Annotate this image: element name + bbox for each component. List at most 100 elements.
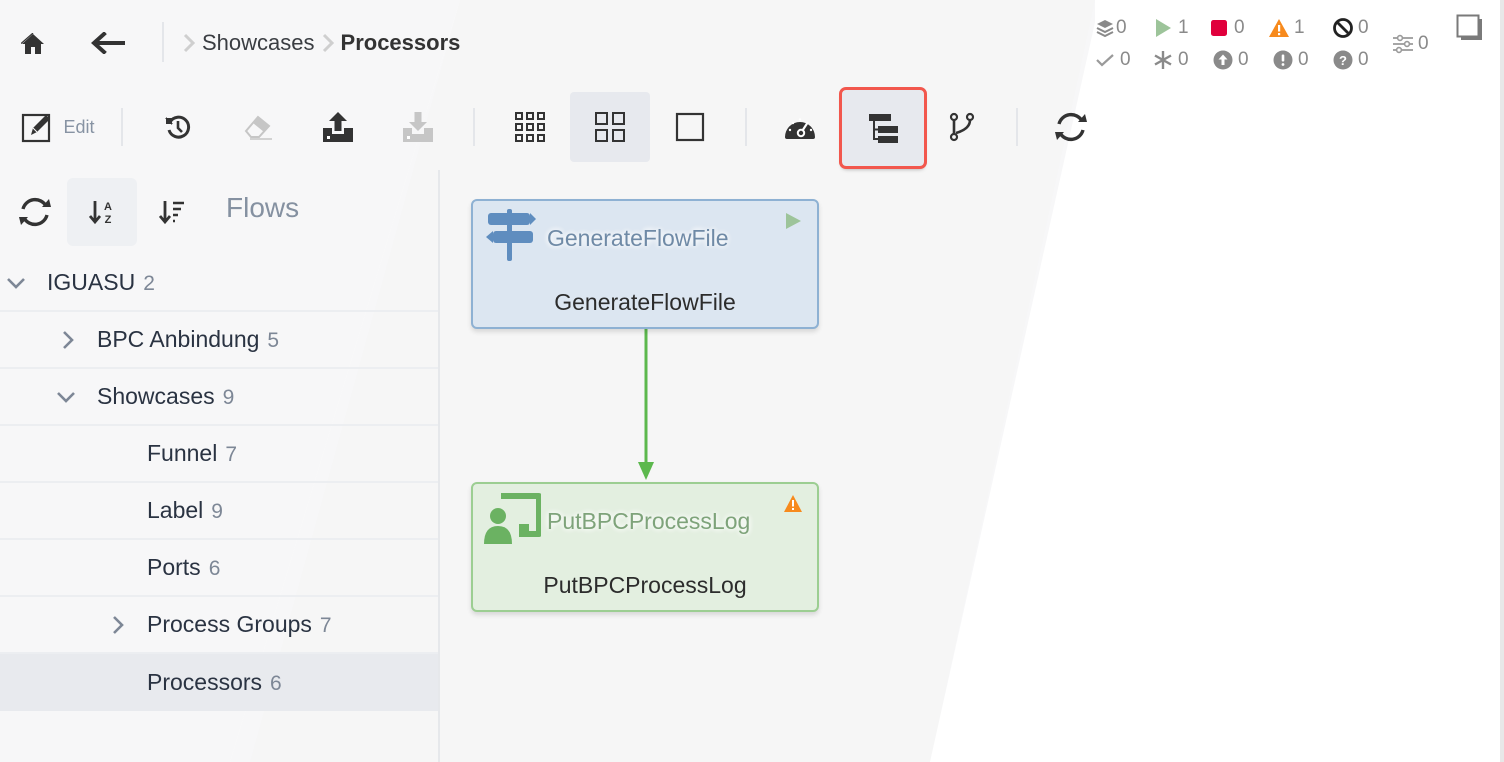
flow-tree: IGUASU 2 BPC Anbindung 5 Showcases 9 Funnel… <box>0 255 438 711</box>
tree-item-ports[interactable]: Ports 6 <box>0 540 438 597</box>
chevron-down-icon[interactable] <box>56 387 76 407</box>
home-icon <box>21 33 44 54</box>
status-up-to-date: 0 <box>1094 48 1131 72</box>
tree-item-count: 2 <box>143 272 155 295</box>
history-button[interactable] <box>148 92 208 162</box>
presenter-board-icon <box>484 493 541 544</box>
sort-alphabetical-button[interactable]: A Z <box>67 178 137 246</box>
refresh-button[interactable] <box>1040 92 1102 162</box>
tree-item-label: Funnel <box>147 440 218 466</box>
status-disabled: 0 <box>1332 16 1369 40</box>
tree-item-label: IGUASU <box>47 269 136 295</box>
sidebar-refresh-button[interactable] <box>0 178 70 246</box>
edit-pencil-icon <box>22 113 51 143</box>
svg-text:A: A <box>104 201 112 213</box>
speedometer-icon <box>785 118 815 139</box>
processor-putbpcprocesslog[interactable]: PutBPCProcessLog PutBPCProcessLog <box>471 482 819 612</box>
maximize-window-button[interactable] <box>1456 14 1484 42</box>
warning-icon <box>1268 17 1290 39</box>
grid-9-icon <box>515 112 545 142</box>
tree-item-label[interactable]: Label 9 <box>0 483 438 540</box>
grid-4-icon <box>595 112 625 142</box>
chevron-right-icon[interactable] <box>108 615 128 635</box>
running-play-icon <box>786 213 801 229</box>
sort-by-type-button[interactable] <box>137 178 207 246</box>
tree-item-count: 6 <box>270 672 282 695</box>
upload-button[interactable] <box>308 92 368 162</box>
sidebar-title: Flows <box>226 192 300 223</box>
refresh-icon <box>19 197 51 227</box>
sidebar-divider <box>438 170 440 762</box>
tree-item-funnel[interactable]: Funnel 7 <box>0 426 438 483</box>
upload-icon <box>323 112 353 142</box>
grid-small-view-button[interactable] <box>500 92 560 162</box>
sort-amount-down-icon <box>158 201 184 225</box>
processor-type: GenerateFlowFile <box>547 225 729 251</box>
version-control-button[interactable] <box>932 92 992 162</box>
branch-icon <box>949 112 975 142</box>
flow-canvas[interactable]: GenerateFlowFile GenerateFlowFile PutBPC… <box>440 170 1504 762</box>
back-button[interactable] <box>88 28 128 58</box>
status-modified-stale: 0 <box>1272 48 1309 72</box>
home-button[interactable] <box>18 30 48 58</box>
tree-item-count: 7 <box>225 443 238 466</box>
toolbar-divider <box>745 108 747 146</box>
tree-view-button[interactable] <box>839 87 927 169</box>
tree-item-label: Label <box>147 497 204 523</box>
flows-sidebar: A Z Flows IGUASU2 BPC Anbindung5 Showc <box>0 170 438 762</box>
grid-medium-view-button[interactable] <box>570 92 650 162</box>
tree-item-label: Ports <box>147 554 201 580</box>
tree-item-bpc-anbindung[interactable]: BPC Anbindung 5 <box>0 312 438 369</box>
signpost-icon <box>486 209 536 261</box>
toolbar-divider <box>1016 108 1018 146</box>
edit-button[interactable]: Edit <box>18 92 98 162</box>
download-button <box>388 92 448 162</box>
processor-type: PutBPCProcessLog <box>547 508 751 534</box>
status-sync-failure: ? 0 <box>1332 48 1369 72</box>
sort-alpha-down-icon: A Z <box>88 201 112 225</box>
toolbar-divider <box>473 108 475 146</box>
window-edge <box>1500 0 1504 762</box>
processor-name: GenerateFlowFile <box>554 289 736 315</box>
tree-item-label: Showcases <box>97 383 215 409</box>
tree-structure-icon <box>869 114 898 143</box>
svg-text:?: ? <box>1339 53 1347 68</box>
tree-item-label: Processors <box>147 669 263 695</box>
question-circle-icon: ? <box>1332 49 1354 71</box>
tree-item-label: Process Groups <box>147 611 312 637</box>
history-icon <box>165 115 191 139</box>
dashboard-button[interactable] <box>770 92 830 162</box>
connection-arrow[interactable] <box>634 328 658 482</box>
chevron-down-icon[interactable] <box>6 273 26 293</box>
sliders-icon <box>1392 33 1414 55</box>
stop-icon <box>1208 17 1230 39</box>
square-icon <box>675 112 705 142</box>
edit-label: Edit <box>63 116 95 137</box>
status-queued: 0 <box>1094 16 1127 40</box>
layers-icon <box>1094 17 1116 39</box>
breadcrumb: Showcases Processors <box>180 28 460 58</box>
tree-item-count: 6 <box>208 557 221 580</box>
tree-item-label: BPC Anbindung <box>97 326 260 352</box>
arrow-left-icon <box>91 32 125 54</box>
status-invalid: 1 <box>1268 16 1305 40</box>
asterisk-icon <box>1152 49 1174 71</box>
download-icon <box>403 112 433 142</box>
processor-name: PutBPCProcessLog <box>543 572 747 598</box>
tree-item-processors[interactable]: Processors 6 <box>0 654 438 711</box>
tree-item-showcases[interactable]: Showcases 9 <box>0 369 438 426</box>
status-stale: 0 <box>1212 48 1249 72</box>
chevron-right-icon[interactable] <box>58 330 78 350</box>
toolbar-divider <box>121 108 123 146</box>
play-icon <box>1152 17 1174 39</box>
tree-item-iguasu[interactable]: IGUASU 2 <box>0 255 438 312</box>
disabled-ban-icon <box>1332 17 1354 39</box>
single-view-button[interactable] <box>660 92 720 162</box>
breadcrumb-item-showcases[interactable]: Showcases <box>202 30 315 56</box>
warning-icon <box>784 495 802 512</box>
tree-item-process-groups[interactable]: Process Groups 7 <box>0 597 438 654</box>
refresh-icon <box>1055 112 1087 142</box>
chevron-right-icon <box>182 32 196 54</box>
exclamation-circle-icon <box>1272 49 1294 71</box>
processor-generateflowfile[interactable]: GenerateFlowFile GenerateFlowFile <box>471 199 819 329</box>
